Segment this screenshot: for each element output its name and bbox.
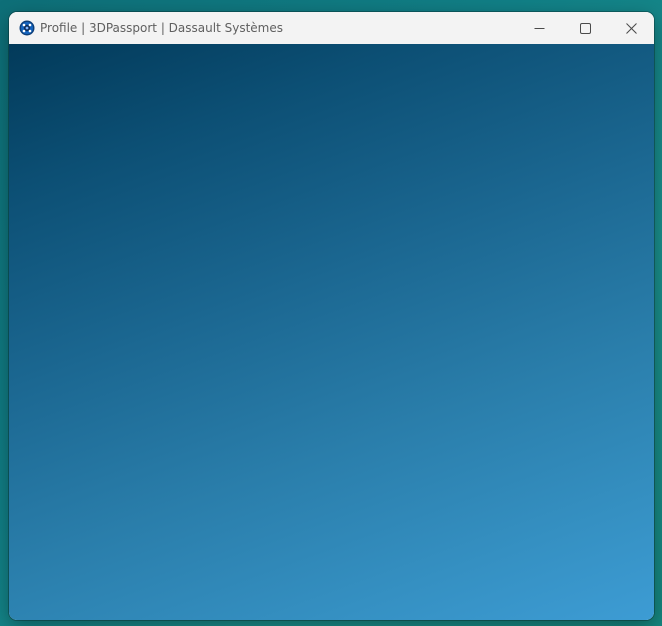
app-window: Profile | 3DPassport | Dassault Systèmes — [9, 12, 654, 620]
close-icon — [625, 19, 637, 38]
page-content-area — [9, 44, 654, 620]
title-bar[interactable]: Profile | 3DPassport | Dassault Systèmes — [9, 12, 654, 44]
minimize-button[interactable] — [516, 12, 562, 44]
3dexperience-compass-icon[interactable] — [19, 20, 35, 36]
minimize-icon — [534, 19, 545, 38]
window-title: Profile | 3DPassport | Dassault Systèmes — [40, 21, 283, 35]
maximize-button[interactable] — [562, 12, 608, 44]
close-button[interactable] — [608, 12, 654, 44]
maximize-icon — [579, 19, 591, 38]
